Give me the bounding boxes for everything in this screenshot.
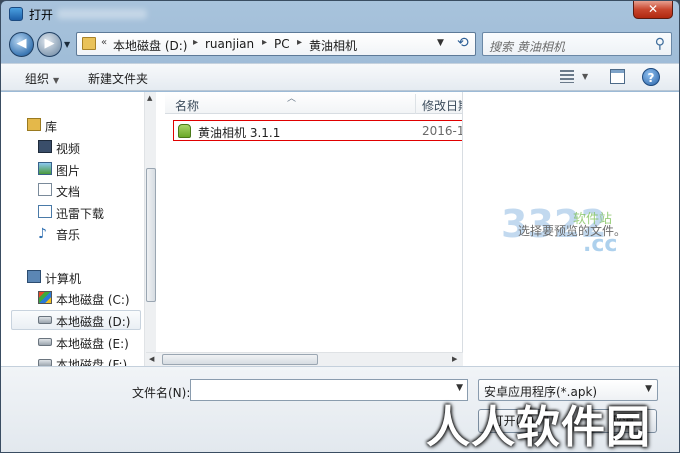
view-options-dropdown[interactable]: ▼ (582, 72, 588, 81)
sidebar-item-drive-f[interactable]: 本地磁盘 (F:) (38, 354, 138, 366)
column-header-name[interactable]: 名称 ︿ (165, 92, 415, 114)
navigation-bar: ◀ ▶ ▼ « 本地磁盘 (D:) ▸ ruanjian ▸ PC ▸ 黄油相机… (1, 28, 679, 62)
window-title: 打开 (29, 8, 54, 22)
breadcrumb-separator[interactable]: ▸ (297, 37, 302, 48)
music-icon: ♪ (38, 226, 47, 242)
recent-pages-dropdown[interactable]: ▼ (64, 40, 70, 49)
sidebar-item-label: 视频 (56, 142, 81, 156)
sidebar-item-drive-c[interactable]: 本地磁盘 (C:) (38, 289, 138, 309)
main-content: 库 视频 图片 文档 迅雷下载 ♪ 音乐 计算机 本地磁盘 (C:) 本地磁盘 … (1, 92, 679, 366)
sidebar-item-label: 文档 (56, 185, 81, 199)
drive-icon (38, 359, 52, 366)
scroll-up-arrow[interactable]: ▲ (147, 94, 152, 102)
sidebar-item-xunlei-downloads[interactable]: 迅雷下载 (38, 203, 138, 223)
sidebar-item-label: 图片 (56, 164, 81, 178)
sidebar-item-drive-e[interactable]: 本地磁盘 (E:) (38, 333, 138, 353)
scrollbar-thumb[interactable] (146, 168, 156, 302)
search-input[interactable]: 搜索 黄油相机 ⚲ (482, 32, 672, 56)
preview-pane-icon[interactable] (610, 69, 625, 84)
breadcrumb-separator[interactable]: ▸ (262, 37, 267, 48)
sidebar-item-label: 计算机 (45, 272, 82, 286)
blurred-title-region (57, 9, 147, 19)
column-name-label: 名称 (175, 99, 200, 113)
breadcrumb-ruanjian[interactable]: ruanjian (205, 37, 254, 51)
filename-label: 文件名(N): (132, 386, 191, 400)
open-file-dialog: 打开 ✕ ◀ ▶ ▼ « 本地磁盘 (D:) ▸ ruanjian ▸ PC ▸… (0, 0, 680, 453)
sidebar-item-label: 本地磁盘 (D:) (56, 315, 131, 329)
breadcrumb-separator[interactable]: ▸ (193, 37, 198, 48)
sidebar-item-label: 本地磁盘 (F:) (56, 358, 128, 366)
navigation-pane: 库 视频 图片 文档 迅雷下载 ♪ 音乐 计算机 本地磁盘 (C:) 本地磁盘 … (1, 92, 156, 366)
drive-icon (38, 338, 52, 346)
computer-icon (27, 270, 41, 283)
download-folder-icon (38, 205, 52, 218)
column-header-date[interactable]: 修改日期 (416, 92, 463, 114)
watermark-renren: 人人软件园 (426, 402, 651, 453)
sidebar-item-videos[interactable]: 视频 (38, 138, 138, 158)
title-bar: 打开 ✕ (1, 1, 679, 27)
pictures-icon (38, 162, 52, 175)
sidebar-item-music[interactable]: ♪ 音乐 (38, 224, 138, 244)
file-list: 名称 ︿ 修改日期 黄油相机 3.1.1 2016-11 (165, 92, 469, 366)
breadcrumb-separator[interactable]: « (101, 37, 107, 48)
app-icon (9, 7, 23, 21)
file-row[interactable]: 黄油相机 3.1.1 2016-11 (173, 120, 469, 141)
documents-icon (38, 183, 52, 196)
sidebar-item-drive-d[interactable]: 本地磁盘 (D:) (11, 310, 141, 330)
back-button[interactable]: ◀ (9, 32, 34, 57)
help-icon[interactable]: ? (642, 68, 660, 86)
sidebar-item-label: 音乐 (56, 228, 81, 242)
refresh-icon[interactable]: ⟲ (457, 35, 469, 51)
scrollbar-thumb[interactable] (162, 354, 318, 365)
horizontal-scrollbar[interactable]: ◀ ▶ (146, 352, 464, 366)
new-folder-button[interactable]: 新建文件夹 (88, 70, 148, 87)
organize-menu[interactable]: 组织 ▼ (25, 70, 59, 87)
apk-icon (178, 124, 191, 138)
breadcrumb-pc[interactable]: PC (274, 37, 290, 51)
sidebar-item-computer[interactable]: 计算机 (27, 268, 137, 288)
sidebar-item-label: 本地磁盘 (C:) (56, 293, 130, 307)
change-view-icon[interactable] (560, 70, 574, 83)
address-history-dropdown[interactable]: ▼ (437, 38, 444, 48)
breadcrumb-current-folder[interactable]: 黄油相机 (309, 37, 357, 54)
video-icon (38, 140, 52, 153)
sidebar-item-label: 迅雷下载 (56, 207, 105, 221)
column-date-label: 修改日期 (422, 99, 463, 113)
sidebar-item-library[interactable]: 库 (27, 116, 137, 136)
file-date: 2016-11 (422, 124, 466, 138)
sidebar-item-label: 本地磁盘 (E:) (56, 337, 129, 351)
watermark-cc: .cc (583, 232, 618, 257)
scroll-right-arrow[interactable]: ▶ (452, 355, 457, 363)
library-icon (27, 118, 41, 131)
forward-button[interactable]: ▶ (37, 32, 62, 57)
search-placeholder: 搜索 黄油相机 (489, 40, 565, 54)
drive-icon (38, 316, 52, 324)
navigation-scrollbar[interactable]: ▲ ▼ (144, 92, 156, 366)
address-bar[interactable]: « 本地磁盘 (D:) ▸ ruanjian ▸ PC ▸ 黄油相机 ▼ ⟲ (76, 32, 476, 56)
sidebar-item-pictures[interactable]: 图片 (38, 160, 138, 180)
search-icon[interactable]: ⚲ (655, 36, 665, 52)
scroll-left-arrow[interactable]: ◀ (149, 355, 154, 363)
sidebar-item-label: 库 (45, 120, 58, 134)
file-name: 黄油相机 3.1.1 (198, 126, 281, 140)
breadcrumb-drive-d[interactable]: 本地磁盘 (D:) (113, 37, 187, 54)
folder-icon (82, 37, 96, 50)
preview-pane: 3322 软件站 选择要预览的文件。 .cc (463, 92, 679, 366)
sort-ascending-icon: ︿ (287, 94, 297, 104)
sidebar-item-documents[interactable]: 文档 (38, 181, 138, 201)
close-button[interactable]: ✕ (633, 1, 673, 19)
command-bar: 组织 ▼ 新建文件夹 ▼ ? (1, 63, 679, 91)
system-drive-icon (38, 291, 52, 304)
